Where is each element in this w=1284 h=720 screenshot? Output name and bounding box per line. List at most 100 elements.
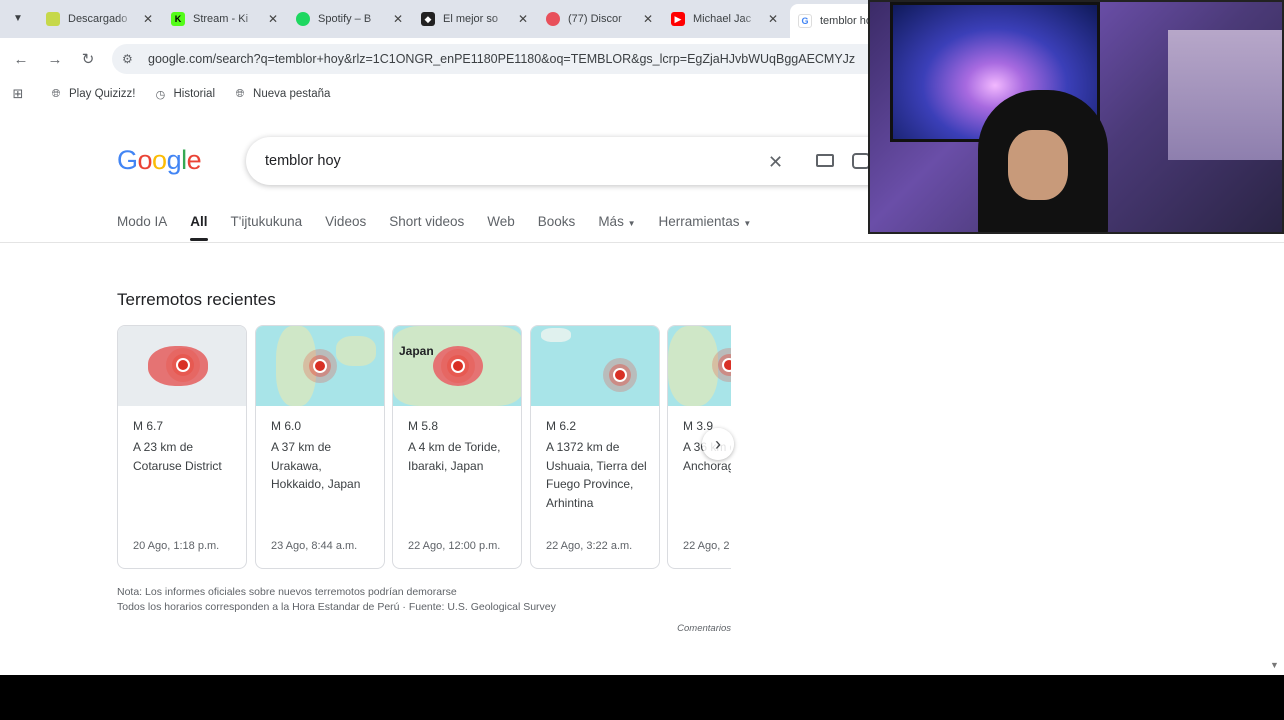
tab-title: Michael Jac (693, 13, 752, 25)
url-text: google.com/search?q=temblor+hoy&rlz=1C1O… (148, 52, 856, 66)
history-icon: ◷ (155, 88, 166, 101)
magnitude: M 6.0 (271, 419, 302, 433)
browser-tab[interactable]: K Stream - Ki ✕ (165, 6, 279, 32)
close-tab-icon[interactable]: ✕ (642, 12, 654, 26)
earthquake-carousel: M 6.7 A 23 km de Cotaruse District 20 Ag… (117, 325, 731, 569)
earthquake-notes: Nota: Los informes oficiales sobre nuevo… (117, 585, 556, 615)
date: 22 Ago, 3:22 a.m. (546, 540, 633, 552)
date: 22 Ago, 2 (683, 540, 730, 552)
earthquake-map (256, 326, 384, 406)
close-tab-icon[interactable]: ✕ (142, 12, 154, 26)
back-arrow-icon[interactable]: ← (10, 48, 32, 70)
tab-title: Stream - Ki (193, 13, 249, 25)
bookmark-label: Historial (173, 88, 216, 100)
bookmark-nueva-pestana[interactable]: 🌐︎ Nueva pestaña (233, 87, 331, 101)
earthquakes-title: Terremotos recientes (117, 290, 276, 309)
tab-tijtukukuna[interactable]: T'ijtukukuna (231, 214, 303, 241)
epicenter-pin-icon (609, 364, 631, 386)
kick-favicon-icon: K (171, 12, 185, 26)
feedback-link[interactable]: Comentarios (600, 623, 731, 634)
globe-icon: 🌐︎ (235, 87, 245, 100)
search-tabs: Modo IA All T'ijtukukuna Videos Short vi… (117, 214, 774, 241)
tab-short-videos[interactable]: Short videos (389, 214, 464, 241)
tab-mas[interactable]: Más ▼ (598, 214, 635, 241)
discord-favicon-icon (546, 12, 560, 26)
earthquake-map (118, 326, 246, 406)
clear-search-icon[interactable]: ✕ (768, 152, 783, 173)
app-favicon-icon: ◆ (421, 12, 435, 26)
earthquake-map: Japan (393, 326, 521, 406)
date: 22 Ago, 12:00 p.m. (408, 540, 501, 552)
tab-herramientas[interactable]: Herramientas ▼ (659, 214, 752, 241)
location: A 23 km de Cotaruse District (133, 440, 222, 473)
tab-modo-ia[interactable]: Modo IA (117, 214, 167, 241)
reload-icon[interactable]: ↻ (77, 48, 99, 70)
epicenter-pin-icon (718, 354, 731, 376)
earthquake-card[interactable]: M 6.0 A 37 km de Urakawa, Hokkaido, Japa… (255, 325, 385, 569)
tab-title: Descargado (68, 13, 128, 25)
scroll-down-arrow-icon[interactable]: ▼ (1270, 660, 1279, 670)
google-favicon-icon: G (798, 14, 812, 28)
webcam-face (1008, 130, 1068, 200)
earthquake-card[interactable]: M 6.7 A 23 km de Cotaruse District 20 Ag… (117, 325, 247, 569)
map-label: Japan (399, 344, 434, 358)
earthquake-card[interactable]: Japan M 5.8 A 4 km de Toride, Ibaraki, J… (392, 325, 522, 569)
tab-mas-label: Más (598, 214, 624, 229)
spotify-favicon-icon (296, 12, 310, 26)
epicenter-pin-icon (447, 355, 469, 377)
tab-books[interactable]: Books (538, 214, 576, 241)
browser-tab[interactable]: ▶ Michael Jac ✕ (665, 6, 779, 32)
close-tab-icon[interactable]: ✕ (517, 12, 529, 26)
note-line: Todos los horarios corresponden a la Hor… (117, 601, 556, 613)
tab-title: Spotify – B (318, 13, 372, 25)
magnitude: M 6.7 (133, 419, 164, 433)
bookmark-label: Nueva pestaña (253, 88, 331, 100)
webcam-overlay (868, 0, 1284, 234)
epicenter-pin-icon (309, 355, 331, 377)
browser-tab[interactable]: ◆ El mejor so ✕ (415, 6, 529, 32)
tab-title: El mejor so (443, 13, 499, 25)
download-favicon-icon (46, 12, 60, 26)
webcam-background-shelf (1168, 30, 1284, 160)
location: A 37 km de Urakawa, Hokkaido, Japan (271, 440, 361, 492)
browser-tab[interactable]: (77) Discor ✕ (540, 6, 654, 32)
apps-grid-icon[interactable]: ⊞ (11, 86, 31, 101)
epicenter-pin-icon (172, 354, 194, 376)
site-info-icon[interactable]: ⚙ (122, 52, 138, 66)
forward-arrow-icon[interactable]: → (44, 48, 66, 70)
carousel-next-chevron-icon[interactable]: › (702, 428, 734, 460)
tab-all[interactable]: All (190, 214, 208, 241)
browser-tab[interactable]: Spotify – B ✕ (290, 6, 404, 32)
bookmark-label: Play Quizizz! (69, 88, 136, 100)
tab-search-icon[interactable]: ▼ (8, 8, 28, 28)
location: A 4 km de Toride, Ibaraki, Japan (408, 440, 501, 473)
earthquake-card[interactable]: M 6.2 A 1372 km de Ushuaia, Tierra del F… (530, 325, 660, 569)
date: 20 Ago, 1:18 p.m. (133, 540, 220, 552)
close-tab-icon[interactable]: ✕ (392, 12, 404, 26)
youtube-favicon-icon: ▶ (671, 12, 685, 26)
globe-icon: 🌐︎ (51, 87, 61, 100)
divider (0, 242, 1284, 243)
tab-videos[interactable]: Videos (325, 214, 366, 241)
bookmark-play-quizizz[interactable]: 🌐︎ Play Quizizz! (49, 87, 136, 101)
tab-herramientas-label: Herramientas (658, 214, 740, 229)
bookmark-historial[interactable]: ◷ Historial (153, 87, 215, 101)
tab-web[interactable]: Web (487, 214, 515, 241)
address-bar[interactable]: ⚙ google.com/search?q=temblor+hoy&rlz=1C… (112, 44, 912, 74)
keyboard-icon[interactable] (816, 154, 834, 167)
note-line: Nota: Los informes oficiales sobre nuevo… (117, 586, 457, 598)
magnitude: M 6.2 (546, 419, 577, 433)
tab-title: (77) Discor (568, 13, 622, 25)
date: 23 Ago, 8:44 a.m. (271, 540, 358, 552)
caret-down-icon: ▼ (627, 219, 636, 228)
browser-tab[interactable]: Descargado ✕ (40, 6, 154, 32)
earthquake-map (668, 326, 731, 406)
earthquake-map (531, 326, 659, 406)
google-logo[interactable]: Google (117, 145, 202, 176)
close-tab-icon[interactable]: ✕ (267, 12, 279, 26)
search-query: temblor hoy (265, 153, 341, 169)
search-input[interactable]: temblor hoy (246, 137, 896, 185)
caret-down-icon: ▼ (743, 219, 752, 228)
close-tab-icon[interactable]: ✕ (767, 12, 779, 26)
magnitude: M 5.8 (408, 419, 439, 433)
